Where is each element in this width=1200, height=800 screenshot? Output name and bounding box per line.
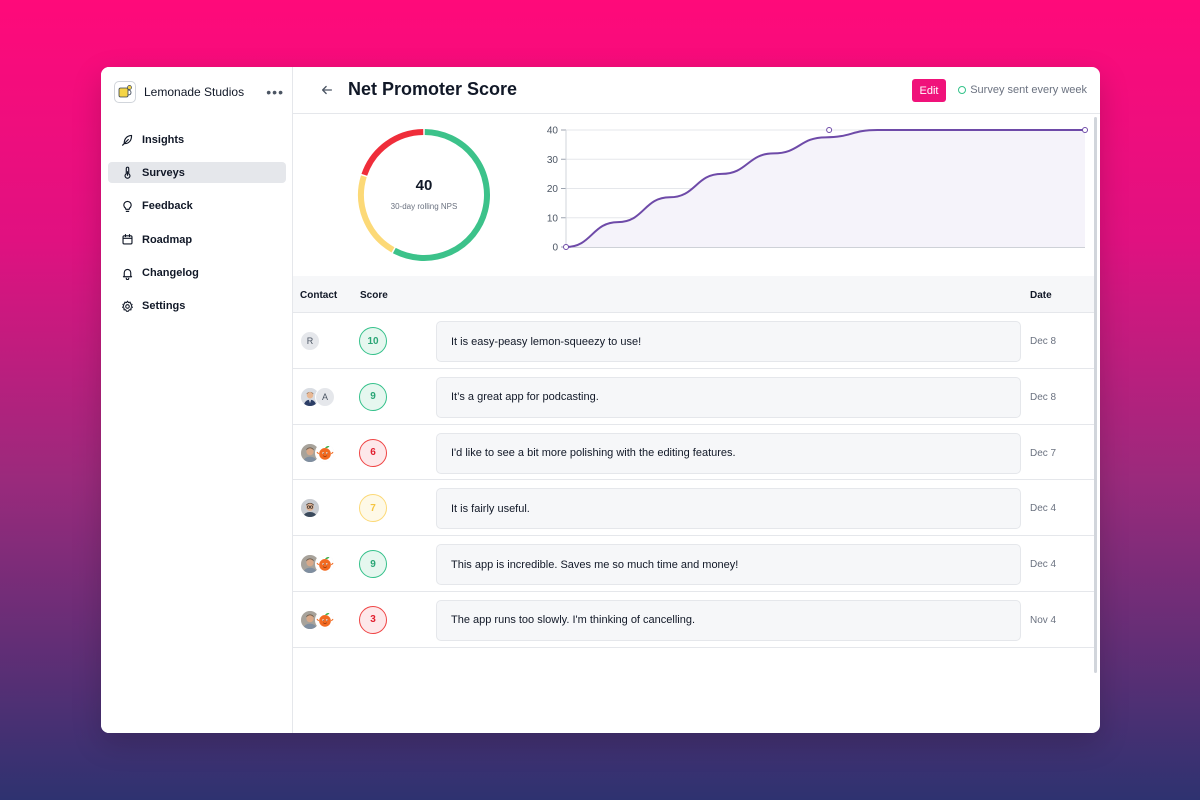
data-point[interactable] xyxy=(826,127,833,133)
table-row[interactable]: R 10 It is easy-peasy lemon-squeezy to use… xyxy=(293,313,1096,369)
contact-avatars: R xyxy=(300,331,320,351)
avatar-mascot xyxy=(315,609,335,630)
score-badge: 10 xyxy=(359,327,387,355)
avatar-initial: A xyxy=(315,386,335,407)
lightbulb-icon xyxy=(123,200,132,212)
donut-segment-promoters xyxy=(392,129,490,261)
nps-label: 30-day rolling NPS xyxy=(390,202,458,211)
contact-avatars xyxy=(300,609,335,630)
avatar-initial: R xyxy=(300,331,320,351)
gear-icon xyxy=(122,300,133,312)
y-tick-label: 10 xyxy=(547,213,559,224)
sidebar-item-roadmap[interactable]: Roadmap xyxy=(108,229,286,250)
nps-trend-chart: 0 10 20 30 40 xyxy=(547,126,1088,254)
score-badge: 9 xyxy=(359,382,387,411)
page-title: Net Promoter Score xyxy=(348,79,518,99)
workspace-name: Lemonade Studios xyxy=(144,85,245,99)
contact-avatars xyxy=(300,442,335,463)
survey-status: Survey sent every week xyxy=(958,84,1087,96)
sidebar-item-label: Roadmap xyxy=(142,233,193,246)
more-icon[interactable]: ••• xyxy=(266,84,284,100)
score-badge: 6 xyxy=(359,438,387,467)
column-header-date: Date xyxy=(1030,290,1052,301)
feather-icon xyxy=(122,134,133,146)
response-comment: I'd like to see a bit more polishing wit… xyxy=(436,432,1021,474)
response-comment: The app runs too slowly. I'm thinking of… xyxy=(436,599,1021,641)
table-row[interactable]: 6 I'd like to see a bit more polishing wi… xyxy=(293,424,1096,481)
sidebar-item-insights[interactable]: Insights xyxy=(108,129,286,150)
arrow-left-icon[interactable] xyxy=(320,83,334,97)
response-date: Dec 7 xyxy=(1030,447,1057,459)
lemonade-logo-icon xyxy=(114,81,136,103)
sidebar-item-label: Insights xyxy=(142,133,185,146)
y-tick-label: 0 xyxy=(552,243,558,254)
bell-icon xyxy=(122,268,133,280)
nps-value: 40 xyxy=(415,177,433,194)
response-date: Dec 4 xyxy=(1030,503,1057,515)
response-date: Nov 4 xyxy=(1030,614,1057,626)
nps-overview: 40 30-day rolling NPS 0 10 20 30 40 xyxy=(293,115,1096,276)
sidebar-item-changelog[interactable]: Changelog xyxy=(108,263,286,284)
response-comment: This app is incredible. Saves me so much… xyxy=(436,544,1021,586)
table-body: R 10 It is easy-peasy lemon-squeezy to use… xyxy=(293,313,1096,648)
workspace-switcher[interactable]: Lemonade Studios ••• xyxy=(114,81,284,103)
scrollbar[interactable] xyxy=(1094,117,1097,673)
response-comment: It is easy-peasy lemon-squeezy to use! xyxy=(436,321,1021,362)
sidebar-nav: Insights Surveys Feedback Roadmap Change… xyxy=(108,129,286,329)
nps-donut-chart xyxy=(358,129,490,261)
data-point[interactable] xyxy=(1082,127,1088,133)
table-row[interactable]: 9 This app is incredible. Saves me so muc… xyxy=(293,536,1096,592)
y-tick-label: 40 xyxy=(547,126,559,137)
response-date: Dec 8 xyxy=(1030,391,1057,403)
sidebar-item-surveys[interactable]: Surveys xyxy=(108,162,286,184)
score-badge: 9 xyxy=(359,550,387,579)
avatar-mascot xyxy=(315,554,335,575)
column-header-score: Score xyxy=(360,290,388,301)
response-date: Dec 4 xyxy=(1030,559,1057,571)
table-row[interactable]: 7 It is fairly useful. Dec 4 xyxy=(293,480,1096,537)
sidebar-item-label: Settings xyxy=(142,300,186,313)
sidebar-item-settings[interactable]: Settings xyxy=(108,296,286,317)
table-row[interactable]: 3 The app runs too slowly. I'm thinking o… xyxy=(293,591,1096,648)
sidebar-item-feedback[interactable]: Feedback xyxy=(108,196,286,217)
calendar-icon xyxy=(122,234,133,245)
avatar-photo xyxy=(300,498,320,519)
contact-avatars xyxy=(300,498,320,519)
donut-segment-detractors xyxy=(361,129,424,176)
sidebar-item-label: Surveys xyxy=(142,166,185,179)
responses-table: Contact Score Date R 10 It is easy-peasy l… xyxy=(293,276,1096,648)
score-badge: 7 xyxy=(359,494,387,523)
sidebar-item-label: Changelog xyxy=(142,267,199,280)
avatar-mascot xyxy=(315,442,335,463)
edit-button[interactable]: Edit xyxy=(912,79,946,102)
status-dot-icon xyxy=(958,86,967,94)
survey-status-text: Survey sent every week xyxy=(970,84,1087,96)
app-window: Lemonade Studios ••• Insights Surveys Fe… xyxy=(101,67,1100,733)
y-tick-label: 20 xyxy=(547,184,559,195)
response-comment: It is fairly useful. xyxy=(436,488,1021,530)
contact-avatars xyxy=(300,554,335,575)
sidebar: Lemonade Studios ••• Insights Surveys Fe… xyxy=(101,67,293,733)
table-row[interactable]: A 9 It’s a great app for podcasting. Dec 8 xyxy=(293,368,1096,425)
y-tick-label: 30 xyxy=(547,155,559,166)
page-header: Net Promoter Score Edit Survey sent ever… xyxy=(293,67,1100,114)
table-header: Contact Score Date xyxy=(293,276,1096,313)
score-badge: 3 xyxy=(359,605,387,634)
sidebar-item-label: Feedback xyxy=(142,200,193,213)
data-point[interactable] xyxy=(563,244,569,250)
response-date: Dec 8 xyxy=(1030,336,1057,347)
response-comment: It’s a great app for podcasting. xyxy=(436,376,1021,418)
thermometer-icon xyxy=(124,167,131,180)
contact-avatars: A xyxy=(300,386,335,407)
column-header-contact: Contact xyxy=(300,290,338,301)
